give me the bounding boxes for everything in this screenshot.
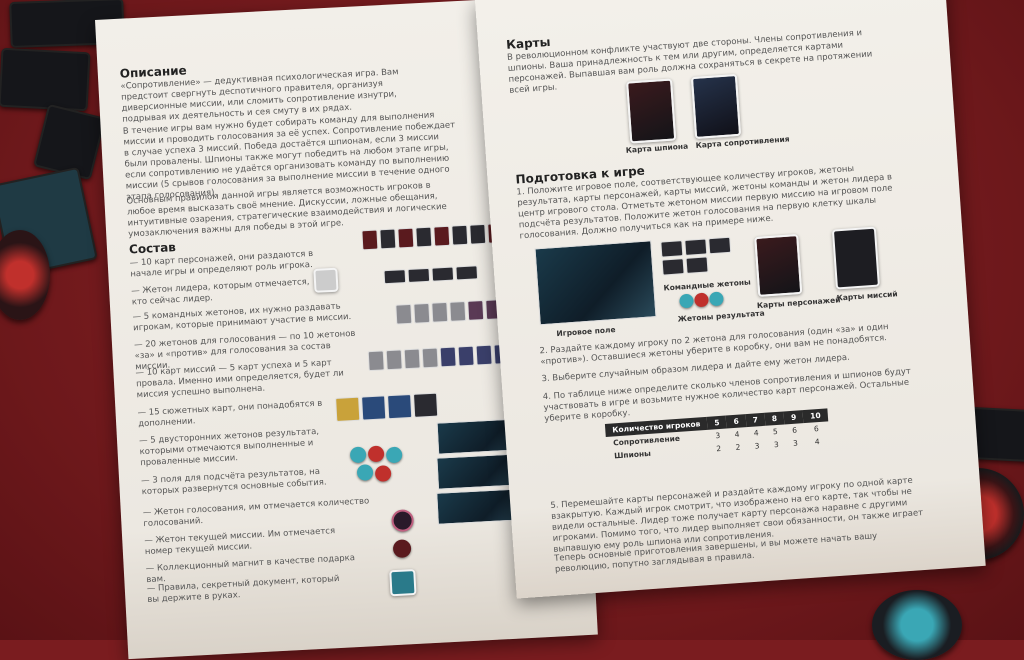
result-token-image bbox=[374, 465, 392, 482]
components-heading: Состав bbox=[128, 240, 177, 257]
game-board-image bbox=[534, 240, 657, 326]
component-item: — Жетон текущей миссии. Им отмечается но… bbox=[144, 526, 336, 558]
leader-token-image bbox=[313, 267, 339, 293]
right-page: Карты В революционном конфликте участвую… bbox=[475, 0, 986, 599]
result-token-image bbox=[356, 464, 374, 481]
vote-marker-token bbox=[391, 509, 415, 533]
result-token-image bbox=[367, 445, 385, 463]
result-tokens-label: Жетоны результата bbox=[677, 308, 765, 324]
character-cards-image bbox=[754, 234, 803, 297]
component-item: — 3 поля для подсчёта результатов, на ко… bbox=[140, 466, 327, 498]
team-tokens-image bbox=[660, 236, 732, 276]
result-token-image bbox=[694, 292, 709, 308]
magnet-image bbox=[389, 568, 417, 597]
result-token-image bbox=[679, 293, 694, 309]
mission-marker-token bbox=[392, 539, 412, 559]
result-token-image bbox=[349, 446, 367, 464]
rules-booklet: Описание «Сопротивление» — дедуктивная п… bbox=[0, 0, 1024, 660]
mission-cards-label: Карты миссий bbox=[836, 289, 898, 303]
team-tokens-row bbox=[383, 265, 479, 285]
spy-card-image bbox=[626, 78, 677, 144]
component-item: — 15 сюжетных карт, они понадобятся в до… bbox=[137, 398, 323, 430]
result-token-image bbox=[385, 446, 403, 464]
board-label: Игровое поле bbox=[556, 325, 616, 339]
vote-tokens-row bbox=[395, 299, 503, 325]
character-cards-label: Карты персонажей bbox=[756, 295, 841, 311]
result-token-image bbox=[708, 291, 724, 307]
team-tokens-label: Командные жетоны bbox=[663, 277, 752, 293]
mission-cards-row bbox=[367, 343, 511, 372]
resistance-card-image bbox=[690, 73, 742, 139]
story-cards-row bbox=[335, 392, 439, 422]
mission-cards-image bbox=[831, 226, 880, 290]
component-item: — 5 двусторонних жетонов результата, кот… bbox=[138, 426, 320, 469]
spy-card-label: Карта шпиона bbox=[625, 141, 689, 155]
